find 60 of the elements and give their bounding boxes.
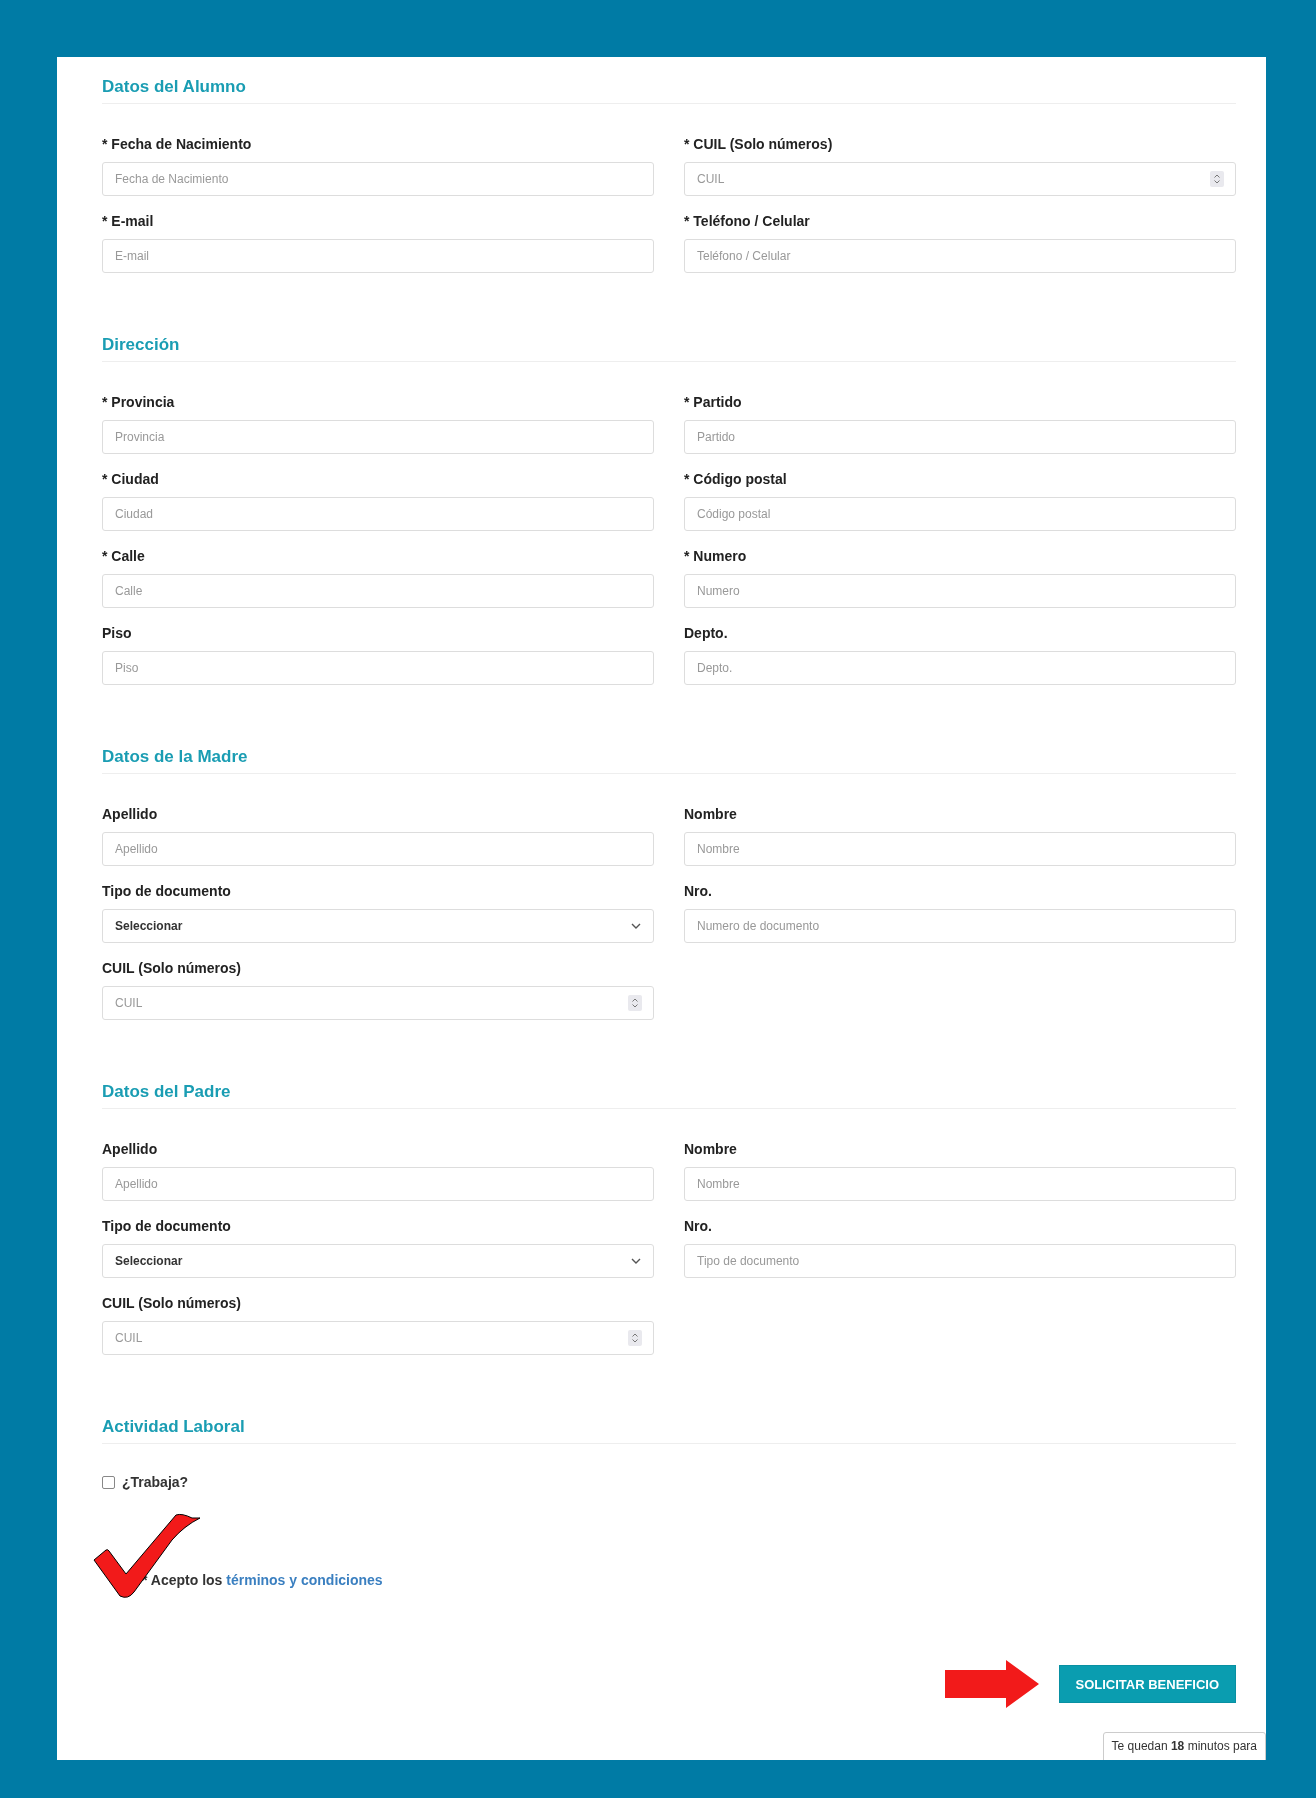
- input-field[interactable]: Fecha de Nacimiento: [102, 162, 654, 196]
- field-label: * Provincia: [102, 393, 176, 412]
- spinner-icon: [628, 995, 642, 1011]
- input-field[interactable]: Numero de documento: [684, 909, 1236, 943]
- select-dropdown[interactable]: Seleccionar: [102, 1244, 654, 1278]
- input-field[interactable]: Piso: [102, 651, 654, 685]
- field-label: Depto.: [684, 624, 729, 643]
- spinner-icon: [1210, 171, 1224, 187]
- field-label: Nro.: [684, 882, 713, 901]
- input-field[interactable]: Teléfono / Celular: [684, 239, 1236, 273]
- field-label: * Código postal: [684, 470, 788, 489]
- input-field[interactable]: CUIL: [102, 1321, 654, 1355]
- checkmark-annotation-icon: [92, 1512, 202, 1600]
- input-field[interactable]: Apellido: [102, 832, 654, 866]
- field-label: Nombre: [684, 1140, 738, 1159]
- field-label: * Partido: [684, 393, 743, 412]
- input-field[interactable]: Nombre: [684, 1167, 1236, 1201]
- input-field[interactable]: Nombre: [684, 832, 1236, 866]
- checkbox-label: ¿Trabaja?: [122, 1474, 189, 1490]
- chevron-down-icon: [631, 923, 641, 929]
- field-label: Tipo de documento: [102, 1217, 232, 1236]
- input-field[interactable]: Numero: [684, 574, 1236, 608]
- input-field[interactable]: Tipo de documento: [684, 1244, 1236, 1278]
- section-heading: Actividad Laboral: [102, 1417, 245, 1436]
- section-heading: Datos del Padre: [102, 1082, 231, 1101]
- field-label: * Calle: [102, 547, 146, 566]
- field-label: Apellido: [102, 1140, 159, 1159]
- section-heading: Datos de la Madre: [102, 747, 248, 766]
- input-field[interactable]: Provincia: [102, 420, 654, 454]
- input-field[interactable]: Apellido: [102, 1167, 654, 1201]
- field-label: Piso: [102, 624, 133, 643]
- field-label: Apellido: [102, 805, 159, 824]
- section-heading: Dirección: [102, 335, 180, 354]
- input-field[interactable]: Partido: [684, 420, 1236, 454]
- input-field[interactable]: Ciudad: [102, 497, 654, 531]
- spinner-icon: [628, 1330, 642, 1346]
- input-field[interactable]: CUIL: [684, 162, 1236, 196]
- field-label: CUIL (Solo números): [102, 1294, 242, 1313]
- checkbox[interactable]: [102, 1475, 115, 1489]
- field-label: Nro.: [684, 1217, 713, 1236]
- input-field[interactable]: CUIL: [102, 986, 654, 1020]
- input-field[interactable]: Código postal: [684, 497, 1236, 531]
- field-label: Nombre: [684, 805, 738, 824]
- input-field[interactable]: Calle: [102, 574, 654, 608]
- chevron-down-icon: [631, 1258, 641, 1264]
- section-heading: Datos del Alumno: [102, 77, 246, 96]
- input-field[interactable]: E-mail: [102, 239, 654, 273]
- field-label: * E-mail: [102, 212, 155, 231]
- field-label: * CUIL (Solo números): [684, 135, 834, 154]
- terms-link[interactable]: términos y condiciones: [226, 1572, 383, 1588]
- timer-notice: Te quedan 18 minutos para: [1102, 1732, 1266, 1760]
- field-label: CUIL (Solo números): [102, 959, 242, 978]
- field-label: * Teléfono / Celular: [684, 212, 811, 231]
- field-label: * Ciudad: [102, 470, 160, 489]
- input-field[interactable]: Depto.: [684, 651, 1236, 685]
- select-dropdown[interactable]: Seleccionar: [102, 909, 654, 943]
- field-label: * Fecha de Nacimiento: [102, 135, 253, 154]
- field-label: Tipo de documento: [102, 882, 232, 901]
- arrow-annotation-icon: [944, 1660, 1039, 1708]
- field-label: * Numero: [684, 547, 748, 566]
